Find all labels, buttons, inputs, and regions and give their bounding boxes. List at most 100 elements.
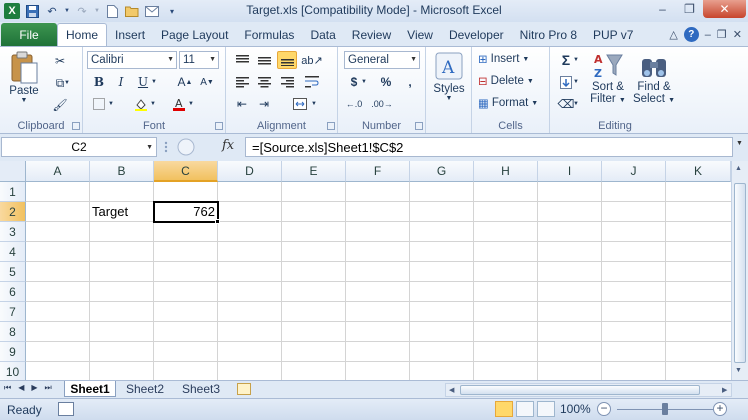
- name-box[interactable]: C2 ▼: [1, 137, 157, 157]
- insert-cells-button[interactable]: ⊞ Insert ▼: [478, 52, 529, 66]
- underline-dropdown-icon[interactable]: ▼: [150, 73, 158, 91]
- autosum-dropdown-icon[interactable]: ▼: [572, 51, 580, 69]
- align-middle-icon[interactable]: [254, 51, 274, 69]
- redo-icon[interactable]: ↷: [74, 3, 90, 19]
- tab-data[interactable]: Data: [302, 23, 343, 46]
- insert-worksheet-icon[interactable]: [237, 383, 251, 395]
- sort-filter-button[interactable]: AZ Sort & Filter ▼: [588, 51, 628, 107]
- number-format-combo[interactable]: General ▼: [344, 51, 420, 69]
- vertical-scrollbar[interactable]: ▲ ▼: [731, 161, 748, 380]
- fill-handle[interactable]: [215, 219, 220, 224]
- increase-font-icon[interactable]: A ▲: [175, 73, 195, 91]
- row-header-8[interactable]: 8: [0, 322, 26, 342]
- row-header-1[interactable]: 1: [0, 182, 26, 202]
- tab-home[interactable]: Home: [57, 23, 108, 46]
- formula-input[interactable]: =[Source.xls]Sheet1!$C$2: [245, 137, 733, 157]
- column-header-i[interactable]: I: [538, 161, 602, 182]
- zoom-in-icon[interactable]: +: [713, 402, 727, 416]
- minimize-ribbon-icon[interactable]: △: [669, 28, 677, 41]
- percent-button[interactable]: %: [376, 73, 396, 91]
- row-header-10[interactable]: 10: [0, 362, 26, 380]
- vertical-scroll-thumb[interactable]: [734, 183, 746, 363]
- column-header-e[interactable]: E: [282, 161, 346, 182]
- new-document-icon[interactable]: [104, 3, 120, 19]
- increase-decimal-icon[interactable]: ←.0: [344, 95, 364, 113]
- fill-color-dropdown-icon[interactable]: ▼: [149, 95, 157, 113]
- column-header-f[interactable]: F: [346, 161, 410, 182]
- workbook-restore-icon[interactable]: ❐: [717, 28, 727, 41]
- tab-view[interactable]: View: [399, 23, 441, 46]
- fill-color-icon[interactable]: [131, 95, 151, 113]
- email-icon[interactable]: [144, 3, 160, 19]
- copy-dropdown-icon[interactable]: ▼: [63, 74, 71, 92]
- cut-icon[interactable]: ✂: [50, 52, 70, 70]
- chevron-up-icon[interactable]: ▲: [735, 165, 742, 172]
- tab-review[interactable]: Review: [344, 23, 399, 46]
- find-select-button[interactable]: Find & Select ▼: [632, 51, 676, 107]
- tab-nitro-pro[interactable]: Nitro Pro 8: [512, 23, 585, 46]
- align-left-icon[interactable]: [232, 73, 252, 91]
- column-header-h[interactable]: H: [474, 161, 538, 182]
- align-right-icon[interactable]: [277, 73, 297, 91]
- excel-logo-icon[interactable]: X: [4, 3, 20, 19]
- align-center-icon[interactable]: [254, 73, 274, 91]
- zoom-out-icon[interactable]: −: [597, 402, 611, 416]
- previous-sheet-icon[interactable]: ◀: [18, 383, 24, 393]
- insert-function-icon[interactable]: fx: [222, 138, 234, 153]
- sheet-tab-sheet1[interactable]: Sheet1: [64, 381, 116, 397]
- expand-formula-bar-icon[interactable]: ▼: [736, 140, 743, 147]
- chevron-left-icon[interactable]: ◀: [449, 386, 454, 394]
- customize-qat-icon[interactable]: ▾: [164, 3, 180, 19]
- page-layout-view-icon[interactable]: [516, 401, 534, 417]
- undo-icon[interactable]: ↶: [44, 3, 60, 19]
- format-painter-icon[interactable]: 🖌: [50, 96, 70, 114]
- clear-dropdown-icon[interactable]: ▼: [572, 95, 580, 113]
- row-header-4[interactable]: 4: [0, 242, 26, 262]
- column-header-k[interactable]: K: [666, 161, 731, 182]
- number-launcher-icon[interactable]: [415, 122, 423, 130]
- zoom-slider-thumb[interactable]: [662, 403, 668, 415]
- font-name-combo[interactable]: Calibri ▼: [87, 51, 177, 69]
- column-header-j[interactable]: J: [602, 161, 666, 182]
- delete-cells-button[interactable]: ⊟ Delete ▼: [478, 74, 534, 88]
- clipboard-launcher-icon[interactable]: [72, 122, 80, 130]
- bold-button[interactable]: B: [89, 73, 109, 91]
- styles-button[interactable]: A Styles ▼: [432, 51, 466, 102]
- formula-bar-handle[interactable]: [160, 137, 214, 157]
- sheet-tab-sheet2[interactable]: Sheet2: [120, 381, 170, 397]
- close-button[interactable]: ✕: [703, 0, 746, 18]
- open-folder-icon[interactable]: [124, 3, 140, 19]
- alignment-launcher-icon[interactable]: [327, 122, 335, 130]
- increase-indent-icon[interactable]: ⇥: [254, 95, 274, 113]
- font-size-combo[interactable]: 11 ▼: [179, 51, 219, 69]
- merge-center-icon[interactable]: [290, 95, 310, 113]
- redo-dropdown-icon[interactable]: ▼: [94, 3, 100, 19]
- borders-dropdown-icon[interactable]: ▼: [107, 95, 115, 113]
- cell-b2[interactable]: Target: [92, 204, 128, 219]
- fill-dropdown-icon[interactable]: ▼: [572, 73, 580, 91]
- select-all-button[interactable]: [0, 161, 26, 182]
- workbook-close-icon[interactable]: ✕: [733, 28, 742, 41]
- tab-formulas[interactable]: Formulas: [236, 23, 302, 46]
- borders-icon[interactable]: [89, 95, 109, 113]
- normal-view-icon[interactable]: [495, 401, 513, 417]
- restore-button[interactable]: ❐: [676, 0, 703, 18]
- row-header-9[interactable]: 9: [0, 342, 26, 362]
- column-header-c[interactable]: C: [154, 161, 218, 182]
- tab-pup[interactable]: PUP v7: [585, 23, 641, 46]
- column-header-d[interactable]: D: [218, 161, 282, 182]
- font-color-icon[interactable]: A: [169, 95, 189, 113]
- paste-button[interactable]: Paste ▼: [6, 51, 42, 104]
- row-header-6[interactable]: 6: [0, 282, 26, 302]
- workbook-minimize-icon[interactable]: –: [705, 29, 711, 41]
- comma-button[interactable]: ,: [400, 73, 420, 91]
- row-header-2[interactable]: 2: [0, 202, 26, 222]
- tab-file[interactable]: File: [1, 23, 57, 46]
- font-color-dropdown-icon[interactable]: ▼: [187, 95, 195, 113]
- column-header-a[interactable]: A: [26, 161, 90, 182]
- row-header-5[interactable]: 5: [0, 262, 26, 282]
- column-header-g[interactable]: G: [410, 161, 474, 182]
- italic-button[interactable]: I: [111, 73, 131, 91]
- format-cells-button[interactable]: ▦ Format ▼: [478, 96, 538, 110]
- decrease-decimal-icon[interactable]: .00→: [371, 95, 393, 113]
